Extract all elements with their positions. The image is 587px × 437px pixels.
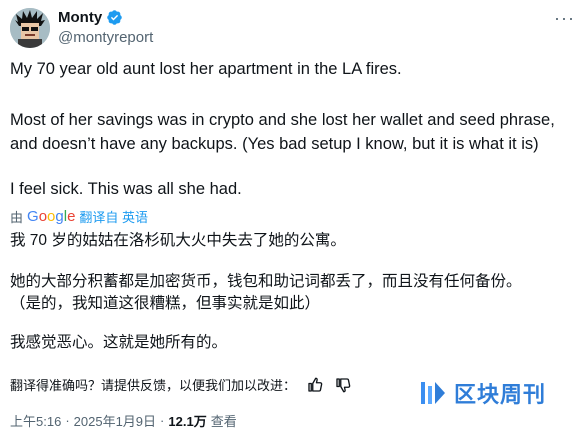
views-label: 查看 <box>210 414 237 429</box>
tweet-date[interactable]: 2025年1月9日 <box>74 411 156 430</box>
meta-separator-2: · <box>160 413 165 428</box>
thumbs-up-icon[interactable] <box>306 376 324 394</box>
views-count: 12.1万 <box>168 414 207 429</box>
feedback-question: 翻译得准确吗？请提供反馈，以便我们加以改进： <box>10 378 297 393</box>
avatar[interactable] <box>10 8 50 48</box>
translation-line-4: 我感觉恶心。这就是她所有的。 <box>10 334 228 351</box>
watermark-text: 区块周刊 <box>454 382 547 407</box>
thumbs-down-icon[interactable] <box>334 376 352 394</box>
translated-by-label: 由 <box>10 210 24 225</box>
tweet-paragraph-2: Most of her savings was in crypto and sh… <box>10 108 580 156</box>
author-name[interactable]: Monty <box>58 9 102 26</box>
translated-from-link[interactable]: 翻译自 英语 <box>79 207 148 226</box>
author-handle[interactable]: @montyreport <box>58 29 153 46</box>
translation-line-3: （是的，我知道这很糟糕，但事实就是如此） <box>10 295 321 312</box>
meta-separator: · <box>65 413 70 428</box>
watermark: 区块周刊 <box>418 377 546 409</box>
tweet-meta: 上午5:16 · 2025年1月9日 · 12.1万 查看 <box>10 411 237 430</box>
translation-line-2: 她的大部分积蓄都是加密货币，钱包和助记词都丢了，而且没有任何备份。 <box>10 273 522 290</box>
tweet-time[interactable]: 上午5:16 <box>10 411 61 430</box>
google-logo: Google <box>27 208 76 225</box>
verified-badge-icon <box>107 10 122 25</box>
watermark-logo-icon <box>421 382 445 404</box>
tweet-paragraph-1: My 70 year old aunt lost her apartment i… <box>10 60 402 78</box>
more-options-button[interactable]: ··· <box>554 8 575 29</box>
translation-feedback: 翻译得准确吗？请提供反馈，以便我们加以改进： <box>10 375 352 394</box>
avatar-image <box>10 8 50 48</box>
tweet-paragraph-2-line-1: Most of her savings was in crypto and sh… <box>10 111 555 129</box>
translation-attribution: 由 Google 翻译自 英语 <box>10 207 148 226</box>
tweet-header: Monty @montyreport ··· <box>10 8 577 48</box>
translation-line-1: 我 70 岁的姑姑在洛杉矶大火中失去了她的公寓。 <box>10 232 346 249</box>
tweet-paragraph-2-line-2: and doesn’t have any backups. (Yes bad s… <box>10 135 539 153</box>
tweet-paragraph-3: I feel sick. This was all she had. <box>10 180 242 198</box>
